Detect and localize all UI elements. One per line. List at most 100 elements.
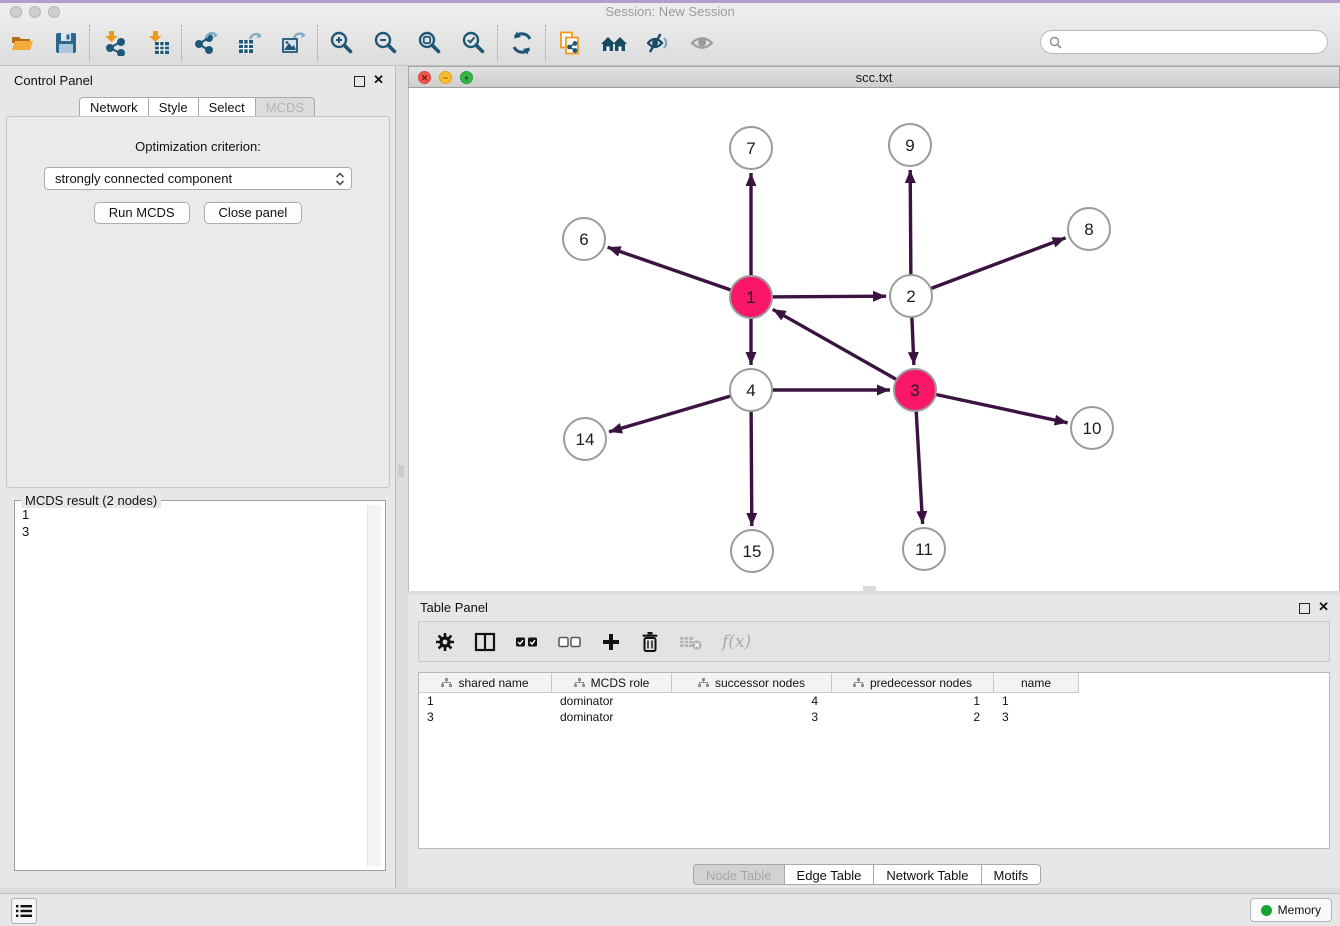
export-image-icon	[281, 30, 307, 56]
import-table-button[interactable]	[136, 23, 180, 63]
memory-status-icon	[1261, 905, 1272, 916]
gear-icon[interactable]	[435, 632, 455, 652]
unselect-all-icon[interactable]	[558, 635, 582, 649]
tab-edge-table[interactable]: Edge Table	[785, 864, 875, 885]
table-cell[interactable]: dominator	[552, 709, 672, 725]
node-label: 4	[746, 381, 755, 400]
panes-icon[interactable]	[474, 632, 496, 652]
close-table-panel-icon[interactable]: ✕	[1318, 599, 1329, 615]
search-icon	[1049, 36, 1062, 49]
window-title: Session: New Session	[0, 4, 1340, 19]
node-label: 11	[915, 540, 933, 559]
column-header-MCDS-role[interactable]: MCDS role	[552, 673, 672, 693]
float-panel-icon[interactable]	[354, 76, 365, 87]
edge-3-10[interactable]	[915, 390, 1068, 423]
table-panel: Table Panel ✕	[408, 595, 1340, 888]
table-cell[interactable]: 3	[419, 709, 552, 725]
node-label: 3	[910, 381, 919, 400]
tab-network-table[interactable]: Network Table	[874, 864, 981, 885]
refresh-icon	[509, 30, 535, 56]
show-task-history-button[interactable]	[11, 898, 37, 924]
table-cell[interactable]: 4	[672, 693, 832, 709]
mcds-result-scrollbar[interactable]	[367, 505, 381, 866]
zoom-selected-button[interactable]	[452, 23, 496, 63]
mcds-panel: Optimization criterion: strongly connect…	[6, 116, 390, 488]
network-graph[interactable]: 1234678910111415	[409, 88, 1339, 591]
column-sort-icon	[853, 678, 864, 688]
search-field[interactable]	[1040, 30, 1328, 54]
table-cell[interactable]: 2	[832, 709, 994, 725]
network-canvas[interactable]: 1234678910111415	[408, 88, 1340, 591]
column-header-predecessor-nodes[interactable]: predecessor nodes	[832, 673, 994, 693]
show-all-button[interactable]	[680, 23, 724, 63]
zoom-fit-button[interactable]	[408, 23, 452, 63]
column-header-successor-nodes[interactable]: successor nodes	[672, 673, 832, 693]
apply-layout-button[interactable]	[500, 23, 544, 63]
function-builder-icon[interactable]: f(x)	[722, 632, 751, 652]
tab-mcds[interactable]: MCDS	[256, 97, 315, 117]
toolbar-separator	[545, 25, 547, 61]
node-label: 1	[746, 288, 755, 307]
add-column-icon[interactable]	[601, 632, 621, 652]
tab-select[interactable]: Select	[199, 97, 256, 117]
table-tabs: Node Table Edge Table Network Table Moti…	[693, 864, 1041, 885]
criterion-select[interactable]: strongly connected component	[44, 167, 352, 190]
table-row[interactable]: 3dominator323	[419, 709, 1329, 725]
control-panel: Control Panel ✕ Network Style Select MCD…	[0, 66, 396, 888]
list-icon	[16, 904, 32, 918]
table-cell[interactable]: 3	[672, 709, 832, 725]
hide-selected-button[interactable]	[636, 23, 680, 63]
trash-icon[interactable]	[640, 631, 660, 653]
edge-1-6[interactable]	[608, 247, 751, 297]
export-image-button[interactable]	[272, 23, 316, 63]
search-input[interactable]	[1066, 34, 1327, 51]
tab-style[interactable]: Style	[149, 97, 199, 117]
edge-3-1[interactable]	[773, 309, 915, 390]
node-label: 2	[906, 287, 915, 306]
result-line: 1	[22, 506, 378, 523]
zoom-in-button[interactable]	[320, 23, 364, 63]
export-network-button[interactable]	[184, 23, 228, 63]
header-filler	[1079, 673, 1329, 693]
export-table-button[interactable]	[228, 23, 272, 63]
zoom-out-button[interactable]	[364, 23, 408, 63]
export-network-icon	[193, 30, 219, 56]
table-cell[interactable]: 1	[419, 693, 552, 709]
edge-2-8[interactable]	[911, 238, 1066, 296]
network-window-titlebar[interactable]: ✕ − + scc.txt	[408, 66, 1340, 88]
import-network-button[interactable]	[92, 23, 136, 63]
toolbar-separator	[317, 25, 319, 61]
mcds-result-group: MCDS result (2 nodes) 13	[14, 500, 386, 871]
table-cell[interactable]: 1	[832, 693, 994, 709]
edge-4-14[interactable]	[609, 390, 751, 432]
run-mcds-button[interactable]: Run MCDS	[94, 202, 190, 224]
column-header-shared-name[interactable]: shared name	[419, 673, 552, 693]
tab-node-table[interactable]: Node Table	[693, 864, 785, 885]
tab-motifs[interactable]: Motifs	[982, 864, 1042, 885]
zoom-selected-icon	[461, 30, 487, 56]
first-neighbors-button[interactable]	[592, 23, 636, 63]
table-row[interactable]: 1dominator411	[419, 693, 1329, 709]
network-scrollbar-nub[interactable]	[863, 586, 876, 591]
memory-button[interactable]: Memory	[1250, 898, 1332, 922]
tab-network[interactable]: Network	[79, 97, 149, 117]
delete-table-icon[interactable]	[679, 633, 703, 651]
float-table-panel-icon[interactable]	[1299, 603, 1310, 614]
open-folder-icon	[9, 30, 35, 56]
network-view-window: ✕ − + scc.txt 1234678910111415	[408, 66, 1340, 591]
eye-slash-icon	[645, 30, 671, 56]
close-panel-button[interactable]: Close panel	[204, 202, 303, 224]
split-pane-handle[interactable]	[398, 465, 404, 477]
open-session-button[interactable]	[0, 23, 44, 63]
column-label: MCDS role	[591, 676, 650, 690]
column-sort-icon	[441, 678, 452, 688]
table-cell[interactable]: 1	[994, 693, 1079, 709]
save-session-button[interactable]	[44, 23, 88, 63]
close-panel-icon[interactable]: ✕	[373, 72, 384, 88]
node-label: 6	[579, 230, 588, 249]
table-cell[interactable]: dominator	[552, 693, 672, 709]
duplicate-network-button[interactable]	[548, 23, 592, 63]
table-cell[interactable]: 3	[994, 709, 1079, 725]
column-header-name[interactable]: name	[994, 673, 1079, 693]
select-all-icon[interactable]	[515, 635, 539, 649]
